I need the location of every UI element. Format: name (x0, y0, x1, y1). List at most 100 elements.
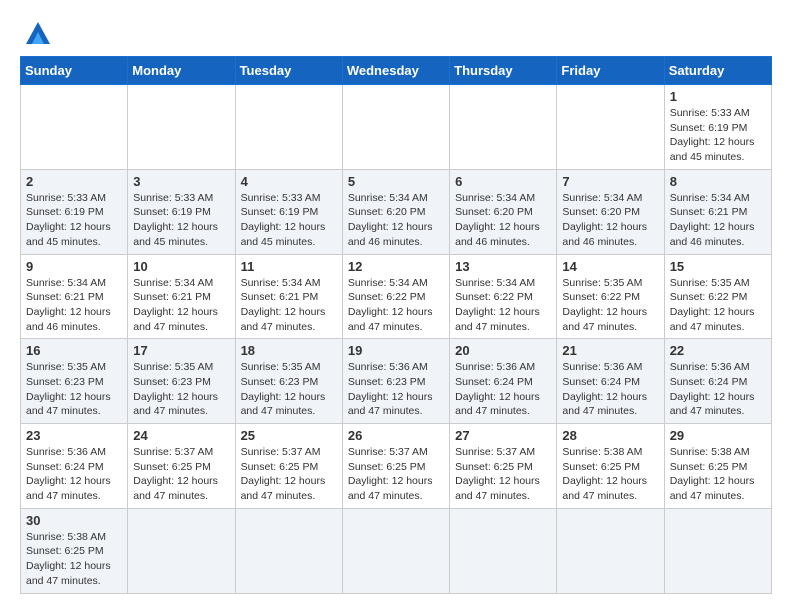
calendar-day-cell: 30 Sunrise: 5:38 AM Sunset: 6:25 PM Dayli… (21, 508, 128, 593)
day-info: Sunrise: 5:33 AM Sunset: 6:19 PM Dayligh… (241, 191, 337, 250)
calendar-day-cell: 4 Sunrise: 5:33 AM Sunset: 6:19 PM Daylig… (235, 169, 342, 254)
day-number: 26 (348, 428, 444, 443)
calendar-day-cell (450, 85, 557, 170)
calendar-day-cell (235, 508, 342, 593)
calendar-day-cell: 12Sunrise: 5:34 AM Sunset: 6:22 PM Dayli… (342, 254, 449, 339)
day-info: Sunrise: 5:36 AM Sunset: 6:24 PM Dayligh… (26, 445, 122, 504)
day-info: Sunrise: 5:37 AM Sunset: 6:25 PM Dayligh… (241, 445, 337, 504)
day-number: 23 (26, 428, 122, 443)
day-info: Sunrise: 5:34 AM Sunset: 6:21 PM Dayligh… (241, 276, 337, 335)
calendar-day-cell: 3 Sunrise: 5:33 AM Sunset: 6:19 PM Daylig… (128, 169, 235, 254)
day-number: 2 (26, 174, 122, 189)
header (20, 16, 772, 48)
day-info: Sunrise: 5:34 AM Sunset: 6:20 PM Dayligh… (348, 191, 444, 250)
day-info: Sunrise: 5:34 AM Sunset: 6:21 PM Dayligh… (670, 191, 766, 250)
day-info: Sunrise: 5:37 AM Sunset: 6:25 PM Dayligh… (455, 445, 551, 504)
calendar-day-cell: 14 Sunrise: 5:35 AM Sunset: 6:22 PM Dayli… (557, 254, 664, 339)
day-info: Sunrise: 5:38 AM Sunset: 6:25 PM Dayligh… (670, 445, 766, 504)
day-number: 14 (562, 259, 658, 274)
calendar-day-cell: 6 Sunrise: 5:34 AM Sunset: 6:20 PM Daylig… (450, 169, 557, 254)
day-number: 11 (241, 259, 337, 274)
calendar-day-cell: 23 Sunrise: 5:36 AM Sunset: 6:24 PM Dayli… (21, 424, 128, 509)
calendar-day-cell: 26 Sunrise: 5:37 AM Sunset: 6:25 PM Dayli… (342, 424, 449, 509)
day-number: 4 (241, 174, 337, 189)
calendar-day-cell (557, 508, 664, 593)
day-number: 3 (133, 174, 229, 189)
calendar-day-cell (342, 85, 449, 170)
day-number: 10 (133, 259, 229, 274)
day-info: Sunrise: 5:36 AM Sunset: 6:24 PM Dayligh… (455, 360, 551, 419)
calendar-week-row: 30 Sunrise: 5:38 AM Sunset: 6:25 PM Dayli… (21, 508, 772, 593)
day-number: 30 (26, 513, 122, 528)
calendar-day-cell: 22 Sunrise: 5:36 AM Sunset: 6:24 PM Dayli… (664, 339, 771, 424)
day-info: Sunrise: 5:34 AM Sunset: 6:21 PM Dayligh… (133, 276, 229, 335)
day-info: Sunrise: 5:37 AM Sunset: 6:25 PM Dayligh… (133, 445, 229, 504)
logo (20, 16, 54, 48)
day-info: Sunrise: 5:35 AM Sunset: 6:22 PM Dayligh… (562, 276, 658, 335)
day-info: Sunrise: 5:38 AM Sunset: 6:25 PM Dayligh… (562, 445, 658, 504)
day-number: 19 (348, 343, 444, 358)
calendar-day-cell: 17Sunrise: 5:35 AM Sunset: 6:23 PM Dayli… (128, 339, 235, 424)
day-number: 27 (455, 428, 551, 443)
calendar-day-cell: 15 Sunrise: 5:35 AM Sunset: 6:22 PM Dayli… (664, 254, 771, 339)
day-of-week-header: Friday (557, 57, 664, 85)
calendar-day-cell (128, 85, 235, 170)
day-info: Sunrise: 5:36 AM Sunset: 6:24 PM Dayligh… (670, 360, 766, 419)
calendar-day-cell (235, 85, 342, 170)
day-info: Sunrise: 5:34 AM Sunset: 6:22 PM Dayligh… (455, 276, 551, 335)
calendar-day-cell: 1Sunrise: 5:33 AM Sunset: 6:19 PM Daylig… (664, 85, 771, 170)
day-info: Sunrise: 5:35 AM Sunset: 6:23 PM Dayligh… (133, 360, 229, 419)
calendar-header-row: SundayMondayTuesdayWednesdayThursdayFrid… (21, 57, 772, 85)
day-info: Sunrise: 5:34 AM Sunset: 6:21 PM Dayligh… (26, 276, 122, 335)
calendar-day-cell: 13Sunrise: 5:34 AM Sunset: 6:22 PM Dayli… (450, 254, 557, 339)
day-of-week-header: Wednesday (342, 57, 449, 85)
day-number: 28 (562, 428, 658, 443)
calendar-day-cell (450, 508, 557, 593)
day-number: 16 (26, 343, 122, 358)
calendar: SundayMondayTuesdayWednesdayThursdayFrid… (20, 56, 772, 594)
calendar-day-cell: 19 Sunrise: 5:36 AM Sunset: 6:23 PM Dayli… (342, 339, 449, 424)
calendar-day-cell: 2 Sunrise: 5:33 AM Sunset: 6:19 PM Daylig… (21, 169, 128, 254)
day-info: Sunrise: 5:33 AM Sunset: 6:19 PM Dayligh… (670, 106, 766, 165)
day-info: Sunrise: 5:36 AM Sunset: 6:23 PM Dayligh… (348, 360, 444, 419)
calendar-day-cell (342, 508, 449, 593)
day-number: 5 (348, 174, 444, 189)
calendar-day-cell: 27 Sunrise: 5:37 AM Sunset: 6:25 PM Dayli… (450, 424, 557, 509)
day-number: 6 (455, 174, 551, 189)
calendar-day-cell: 25Sunrise: 5:37 AM Sunset: 6:25 PM Dayli… (235, 424, 342, 509)
day-number: 24 (133, 428, 229, 443)
calendar-week-row: 9Sunrise: 5:34 AM Sunset: 6:21 PM Daylig… (21, 254, 772, 339)
day-info: Sunrise: 5:37 AM Sunset: 6:25 PM Dayligh… (348, 445, 444, 504)
calendar-day-cell: 21 Sunrise: 5:36 AM Sunset: 6:24 PM Dayli… (557, 339, 664, 424)
calendar-day-cell: 20Sunrise: 5:36 AM Sunset: 6:24 PM Dayli… (450, 339, 557, 424)
calendar-day-cell (21, 85, 128, 170)
day-info: Sunrise: 5:38 AM Sunset: 6:25 PM Dayligh… (26, 530, 122, 589)
calendar-day-cell: 9Sunrise: 5:34 AM Sunset: 6:21 PM Daylig… (21, 254, 128, 339)
day-info: Sunrise: 5:35 AM Sunset: 6:22 PM Dayligh… (670, 276, 766, 335)
day-number: 8 (670, 174, 766, 189)
day-number: 21 (562, 343, 658, 358)
day-of-week-header: Saturday (664, 57, 771, 85)
day-number: 7 (562, 174, 658, 189)
day-of-week-header: Thursday (450, 57, 557, 85)
day-info: Sunrise: 5:33 AM Sunset: 6:19 PM Dayligh… (133, 191, 229, 250)
day-number: 12 (348, 259, 444, 274)
calendar-day-cell (557, 85, 664, 170)
day-info: Sunrise: 5:36 AM Sunset: 6:24 PM Dayligh… (562, 360, 658, 419)
day-info: Sunrise: 5:33 AM Sunset: 6:19 PM Dayligh… (26, 191, 122, 250)
calendar-week-row: 1Sunrise: 5:33 AM Sunset: 6:19 PM Daylig… (21, 85, 772, 170)
day-info: Sunrise: 5:35 AM Sunset: 6:23 PM Dayligh… (241, 360, 337, 419)
day-info: Sunrise: 5:34 AM Sunset: 6:20 PM Dayligh… (455, 191, 551, 250)
calendar-day-cell: 7 Sunrise: 5:34 AM Sunset: 6:20 PM Daylig… (557, 169, 664, 254)
day-info: Sunrise: 5:34 AM Sunset: 6:20 PM Dayligh… (562, 191, 658, 250)
day-number: 15 (670, 259, 766, 274)
calendar-day-cell: 28 Sunrise: 5:38 AM Sunset: 6:25 PM Dayli… (557, 424, 664, 509)
calendar-day-cell (128, 508, 235, 593)
day-of-week-header: Sunday (21, 57, 128, 85)
calendar-day-cell: 18Sunrise: 5:35 AM Sunset: 6:23 PM Dayli… (235, 339, 342, 424)
day-number: 22 (670, 343, 766, 358)
day-number: 29 (670, 428, 766, 443)
calendar-day-cell: 5 Sunrise: 5:34 AM Sunset: 6:20 PM Daylig… (342, 169, 449, 254)
day-of-week-header: Tuesday (235, 57, 342, 85)
logo-icon (22, 16, 54, 48)
